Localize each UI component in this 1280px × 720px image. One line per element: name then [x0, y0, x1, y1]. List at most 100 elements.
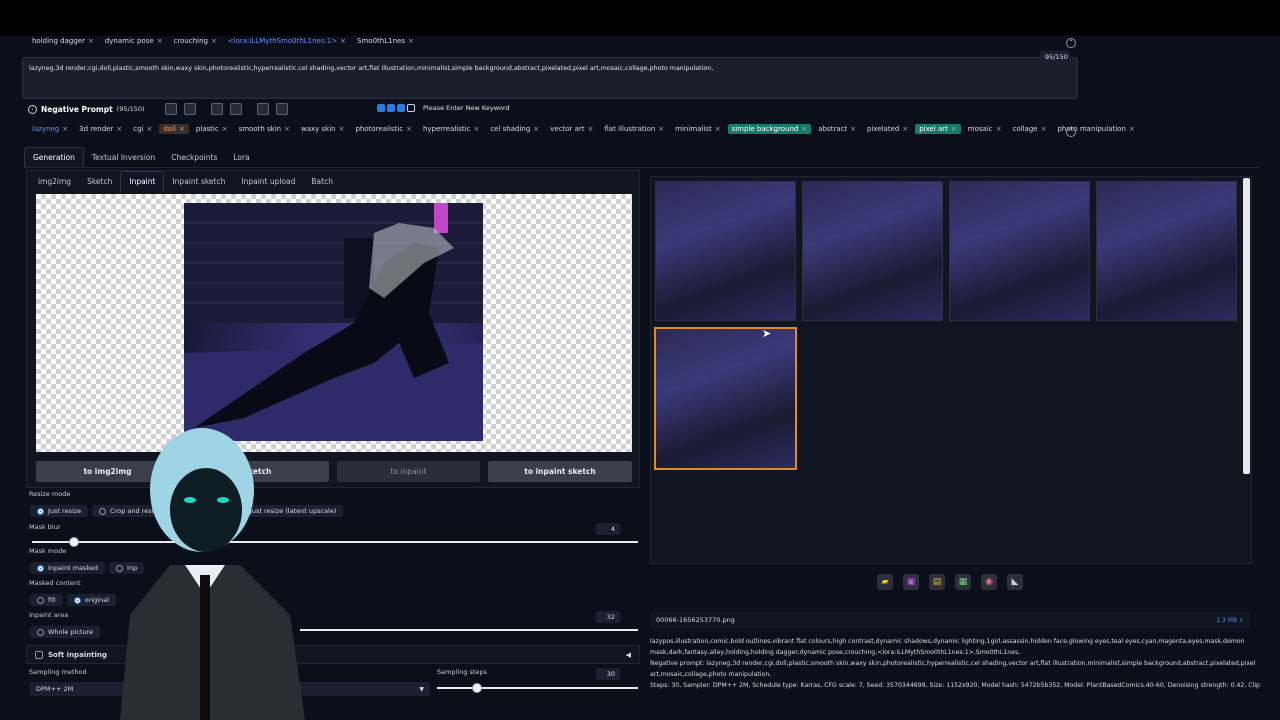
- download-link[interactable]: 1.3 MB ⇩: [1216, 617, 1244, 624]
- folder-icon[interactable]: ▰: [877, 574, 893, 590]
- subtab-sketch[interactable]: Sketch: [79, 172, 120, 192]
- positive-tag[interactable]: holding dagger ×: [28, 36, 98, 46]
- remove-tag-icon[interactable]: ×: [62, 125, 68, 133]
- remove-tag-icon[interactable]: ×: [533, 125, 539, 133]
- collapse-icon[interactable]: ⌃: [1066, 127, 1076, 137]
- tab-textual-inversion[interactable]: Textual Inversion: [84, 148, 163, 168]
- negative-tag[interactable]: photorealistic ×: [351, 124, 415, 134]
- remove-tag-icon[interactable]: ×: [157, 37, 163, 45]
- sampling-steps-slider-track[interactable]: [437, 687, 638, 689]
- subtab-inpaint-sketch[interactable]: Inpaint sketch: [164, 172, 233, 192]
- remove-tag-icon[interactable]: ×: [211, 37, 217, 45]
- remove-tag-icon[interactable]: ×: [116, 125, 122, 133]
- negative-tag[interactable]: mosaic ×: [964, 124, 1006, 134]
- sampling-steps-value[interactable]: 30: [596, 668, 620, 680]
- expand-arrow-icon[interactable]: ◀: [626, 651, 631, 659]
- send-to-inpaint-button[interactable]: to inpaint: [337, 461, 480, 482]
- negative-tag[interactable]: abstract ×: [814, 124, 860, 134]
- collapse-toggle-icon[interactable]: ⌄: [28, 104, 37, 114]
- tab-generation[interactable]: Generation: [24, 147, 84, 168]
- remove-tag-icon[interactable]: ×: [996, 125, 1002, 133]
- inpaint-area-value[interactable]: 32: [596, 611, 620, 623]
- paste-icon[interactable]: [229, 103, 242, 115]
- gallery-thumbnail-selected[interactable]: [654, 327, 797, 470]
- save-icon[interactable]: ▣: [903, 574, 919, 590]
- gallery-thumbnail-grid[interactable]: [655, 181, 796, 321]
- zip-icon[interactable]: ▤: [929, 574, 945, 590]
- negative-tag[interactable]: simple background ×: [727, 123, 812, 134]
- positive-tag[interactable]: dynamic pose ×: [101, 36, 167, 46]
- remove-tag-icon[interactable]: ×: [1041, 125, 1047, 133]
- trash-icon[interactable]: [275, 103, 288, 115]
- subtab-inpaint-upload[interactable]: Inpaint upload: [233, 172, 303, 192]
- negative-tag[interactable]: collage ×: [1009, 124, 1051, 134]
- padding-slider-track[interactable]: [300, 629, 638, 631]
- subtab-batch[interactable]: Batch: [303, 172, 341, 192]
- remove-tag-icon[interactable]: ×: [179, 125, 185, 133]
- collapse-icon[interactable]: ⌃: [1066, 38, 1076, 48]
- toggle-icon[interactable]: [164, 103, 177, 115]
- remove-tag-icon[interactable]: ×: [850, 125, 856, 133]
- remove-tag-icon[interactable]: ×: [408, 37, 414, 45]
- check-icon[interactable]: [397, 104, 405, 112]
- gallery-thumbnail[interactable]: [802, 181, 943, 321]
- negative-tag[interactable]: hyperrealistic ×: [419, 124, 483, 134]
- subtab-img2img[interactable]: img2img: [30, 172, 79, 192]
- negative-tag[interactable]: flat illustration ×: [600, 124, 668, 134]
- soft-inpainting-checkbox[interactable]: [35, 650, 43, 659]
- negative-tag[interactable]: plastic ×: [192, 124, 232, 134]
- keyword-input[interactable]: Please Enter New Keyword: [423, 104, 510, 112]
- sampling-steps-slider-knob[interactable]: [472, 683, 483, 693]
- send-to-inpaint-sketch-button[interactable]: to inpaint sketch: [488, 461, 632, 482]
- ruler-icon[interactable]: ◣: [1007, 574, 1023, 590]
- refresh-icon[interactable]: [256, 103, 269, 115]
- negative-tag[interactable]: cel shading ×: [486, 124, 543, 134]
- gallery-thumbnail[interactable]: [1096, 181, 1237, 321]
- negative-tag[interactable]: pixelated ×: [863, 124, 912, 134]
- negative-tag[interactable]: cgi ×: [129, 124, 156, 134]
- positive-tag[interactable]: crouching ×: [170, 36, 221, 46]
- remove-tag-icon[interactable]: ×: [902, 125, 908, 133]
- negative-tag[interactable]: vector art ×: [546, 124, 597, 134]
- negative-tag[interactable]: smooth skin ×: [235, 124, 294, 134]
- negative-tag[interactable]: doll ×: [159, 123, 189, 134]
- negative-tag[interactable]: minimalist ×: [671, 124, 724, 134]
- send-img2img-icon[interactable]: ▦: [955, 574, 971, 590]
- negative-prompt-textbox[interactable]: lazyneg,3d render,cgi,doll,plastic,smoot…: [22, 57, 1078, 99]
- radio-just-resize[interactable]: Just resize: [30, 505, 89, 517]
- remove-tag-icon[interactable]: ×: [88, 37, 94, 45]
- subtab-inpaint[interactable]: Inpaint: [120, 171, 165, 192]
- negative-tag[interactable]: waxy skin ×: [297, 124, 348, 134]
- remove-tag-icon[interactable]: ×: [406, 125, 412, 133]
- negative-tag[interactable]: lazyneg ×: [28, 124, 72, 134]
- negative-tag[interactable]: pixel art ×: [915, 123, 961, 134]
- mask-blur-slider-knob[interactable]: [69, 537, 80, 547]
- tab-lora[interactable]: Lora: [225, 148, 257, 168]
- gallery-thumbnail[interactable]: [949, 181, 1090, 321]
- gallery-scrollbar[interactable]: [1243, 178, 1250, 474]
- remove-tag-icon[interactable]: ×: [222, 125, 228, 133]
- remove-tag-icon[interactable]: ×: [588, 125, 594, 133]
- palette-icon[interactable]: ◉: [981, 574, 997, 590]
- settings-icon[interactable]: [183, 103, 196, 115]
- radio-fill[interactable]: fill: [30, 594, 63, 606]
- negative-tag[interactable]: 3d render ×: [75, 124, 126, 134]
- remove-tag-icon[interactable]: ×: [339, 125, 345, 133]
- remove-tag-icon[interactable]: ×: [146, 125, 152, 133]
- remove-tag-icon[interactable]: ×: [473, 125, 479, 133]
- mask-blur-value[interactable]: 4: [596, 523, 620, 535]
- remove-tag-icon[interactable]: ×: [715, 125, 721, 133]
- remove-tag-icon[interactable]: ×: [284, 125, 290, 133]
- remove-tag-icon[interactable]: ×: [951, 125, 957, 133]
- positive-tag[interactable]: <lora:iLLMythSmo0thL1nes:1> ×: [224, 36, 350, 46]
- check-icon[interactable]: [387, 104, 395, 112]
- copy-icon[interactable]: [210, 103, 223, 115]
- remove-tag-icon[interactable]: ×: [801, 125, 807, 133]
- positive-tag[interactable]: Smo0thL1nes ×: [353, 36, 418, 46]
- remove-tag-icon[interactable]: ×: [340, 37, 346, 45]
- remove-tag-icon[interactable]: ×: [658, 125, 664, 133]
- remove-tag-icon[interactable]: ×: [1129, 125, 1135, 133]
- check-icon[interactable]: [377, 104, 385, 112]
- checkbox-icon[interactable]: [407, 104, 415, 112]
- tab-checkpoints[interactable]: Checkpoints: [163, 148, 225, 168]
